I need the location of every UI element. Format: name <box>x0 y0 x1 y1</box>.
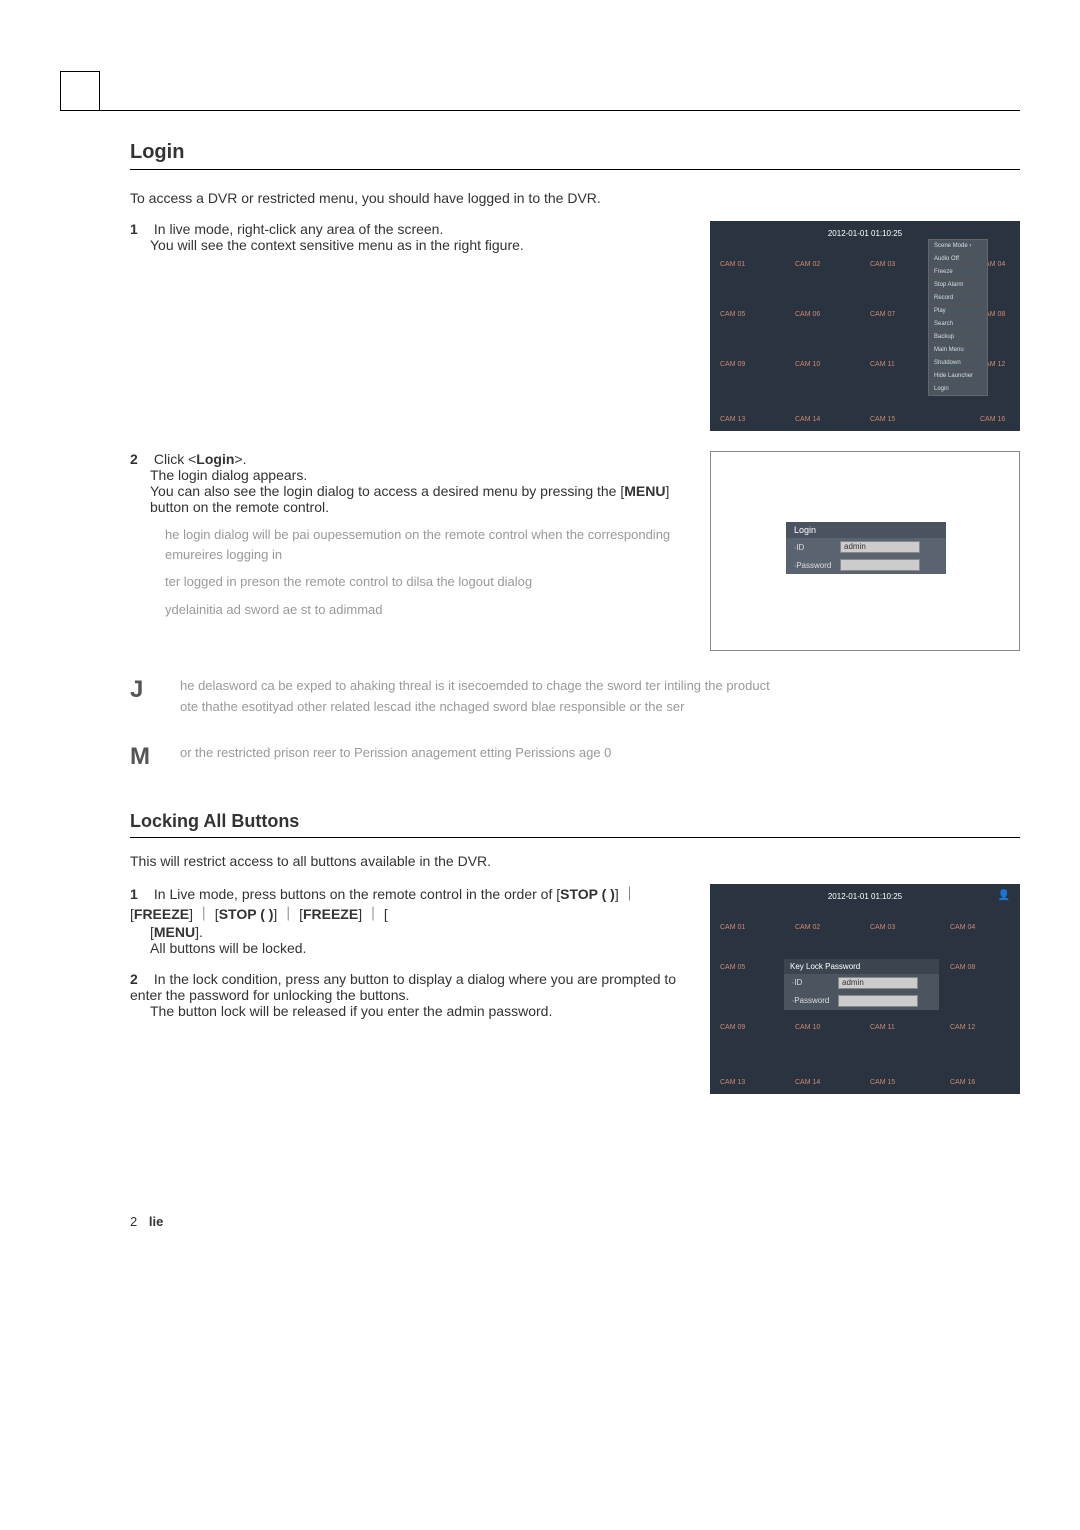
step-number: 1 <box>130 886 150 902</box>
page-number: 2 <box>130 1214 137 1229</box>
cam-label: CAM 05 <box>720 311 745 318</box>
menu-item[interactable]: Hide Launcher <box>929 370 987 383</box>
id-input[interactable]: admin <box>840 541 920 553</box>
dvr-screenshot-context-menu: 2012-01-01 01:10:25 CAM 01 CAM 02 CAM 03… <box>710 221 1020 431</box>
note-j-line2: ote thathe esotityad other related lesca… <box>180 697 1020 718</box>
section-rule <box>130 169 1020 170</box>
cam-label: CAM 13 <box>720 416 745 423</box>
cam-label: CAM 03 <box>870 261 895 268</box>
password-label: ∙Password <box>794 561 834 570</box>
top-box <box>60 71 100 111</box>
menu-item[interactable]: Freeze <box>929 266 987 279</box>
locking-step2-b: The button lock will be released if you … <box>150 1003 690 1019</box>
menu-item[interactable]: Record <box>929 292 987 305</box>
warning-icon: J <box>130 676 155 718</box>
cam-label: CAM 09 <box>720 361 745 368</box>
cam-label: CAM 08 <box>950 964 975 971</box>
person-icon: 👤 <box>998 890 1010 901</box>
cam-label: CAM 13 <box>720 1079 745 1086</box>
page-footer: 2 lie <box>130 1214 1020 1229</box>
locking-step1-c: All buttons will be locked. <box>150 940 690 956</box>
sub-note-2: ter logged in preson the remote control … <box>165 572 690 592</box>
top-rule <box>60 110 1020 111</box>
step-number: 2 <box>130 971 150 987</box>
locking-step1-menu: [MENU]. <box>150 924 203 940</box>
step1-text-b: You will see the context sensitive menu … <box>150 237 690 253</box>
cam-label: CAM 15 <box>870 1079 895 1086</box>
locking-intro: This will restrict access to all buttons… <box>130 853 1020 869</box>
footer-section: lie <box>149 1214 163 1229</box>
password-input[interactable] <box>840 559 920 571</box>
context-menu: Scene Mode › Audio Off Freeze Stop Alarm… <box>928 239 988 396</box>
cam-label: CAM 10 <box>795 361 820 368</box>
menu-item[interactable]: Main Menu <box>929 344 987 357</box>
step1-text-a: In live mode, right-click any area of th… <box>154 221 443 237</box>
id-label: ∙ID <box>794 543 834 552</box>
keylock-title: Key Lock Password <box>784 959 939 974</box>
step2-text-c: You can also see the login dialog to acc… <box>150 483 690 515</box>
cam-label: CAM 01 <box>720 924 745 931</box>
keylock-dialog: Key Lock Password ∙ID admin ∙Password <box>784 959 939 1010</box>
step-number: 1 <box>130 221 150 237</box>
info-icon: M <box>130 743 155 771</box>
dvr-timestamp: 2012-01-01 01:10:25 <box>710 229 1020 238</box>
cam-label: CAM 06 <box>795 311 820 318</box>
cam-label: CAM 04 <box>950 924 975 931</box>
cam-label: CAM 14 <box>795 416 820 423</box>
step-number: 2 <box>130 451 150 467</box>
locking-step2-a: In the lock condition, press any button … <box>130 971 676 1003</box>
cam-label: CAM 01 <box>720 261 745 268</box>
cam-label: CAM 12 <box>950 1024 975 1031</box>
menu-item[interactable]: Audio Off <box>929 253 987 266</box>
login-dialog: Login ∙ID admin ∙Password <box>786 522 946 574</box>
cam-label: CAM 02 <box>795 924 820 931</box>
login-dialog-title: Login <box>786 522 946 538</box>
login-step1-row: 1 In live mode, right-click any area of … <box>130 221 1020 431</box>
dvr-timestamp: 2012-01-01 01:10:25 <box>710 892 1020 901</box>
subsection-rule <box>130 837 1020 838</box>
cam-label: CAM 09 <box>720 1024 745 1031</box>
login-heading: Login <box>130 141 1020 164</box>
password-input[interactable] <box>838 995 918 1007</box>
cam-label: CAM 07 <box>870 311 895 318</box>
cam-label: CAM 15 <box>870 416 895 423</box>
menu-item[interactable]: Login <box>929 383 987 395</box>
cam-label: CAM 16 <box>980 416 1005 423</box>
cam-label: CAM 16 <box>950 1079 975 1086</box>
dvr-screenshot-login-dialog: Login ∙ID admin ∙Password <box>710 451 1020 651</box>
note-j-line1: he delasword ca be exped to ahaking thre… <box>180 676 1020 697</box>
locking-heading: Locking All Buttons <box>130 811 1020 832</box>
locking-step1-text: In Live mode, press buttons on the remot… <box>130 886 637 922</box>
note-m-text: or the restricted prison reer to Perissi… <box>180 745 611 760</box>
dvr-screenshot-keylock: 2012-01-01 01:10:25 👤 CAM 01 CAM 02 CAM … <box>710 884 1020 1094</box>
id-label: ∙ID <box>792 978 832 987</box>
menu-item[interactable]: Scene Mode › <box>929 240 987 253</box>
id-input[interactable]: admin <box>838 977 918 989</box>
cam-label: CAM 03 <box>870 924 895 931</box>
sub-note-1: he login dialog will be pai oupessemutio… <box>165 525 690 564</box>
menu-item[interactable]: Backup <box>929 331 987 344</box>
password-label: ∙Password <box>792 996 832 1005</box>
menu-item[interactable]: Stop Alarm <box>929 279 987 292</box>
warning-note-j: J he delasword ca be exped to ahaking th… <box>130 676 1020 718</box>
menu-item[interactable]: Play <box>929 305 987 318</box>
login-step2-row: 2 Click <Login>. The login dialog appear… <box>130 451 1020 651</box>
step2-text: Click <Login>. <box>154 451 247 467</box>
step2-text-b: The login dialog appears. <box>150 467 690 483</box>
cam-label: CAM 11 <box>870 361 895 368</box>
cam-label: CAM 02 <box>795 261 820 268</box>
cam-label: CAM 05 <box>720 964 745 971</box>
menu-item[interactable]: Search <box>929 318 987 331</box>
menu-item[interactable]: Shutdown <box>929 357 987 370</box>
login-intro: To access a DVR or restricted menu, you … <box>130 190 1020 206</box>
sub-note-3: ydelainitia ad sword ae st to adimmad <box>165 600 690 620</box>
cam-label: CAM 10 <box>795 1024 820 1031</box>
cam-label: CAM 14 <box>795 1079 820 1086</box>
locking-steps-row: 1 In Live mode, press buttons on the rem… <box>130 884 1020 1094</box>
cam-label: CAM 11 <box>870 1024 895 1031</box>
info-note-m: M or the restricted prison reer to Peris… <box>130 743 1020 771</box>
